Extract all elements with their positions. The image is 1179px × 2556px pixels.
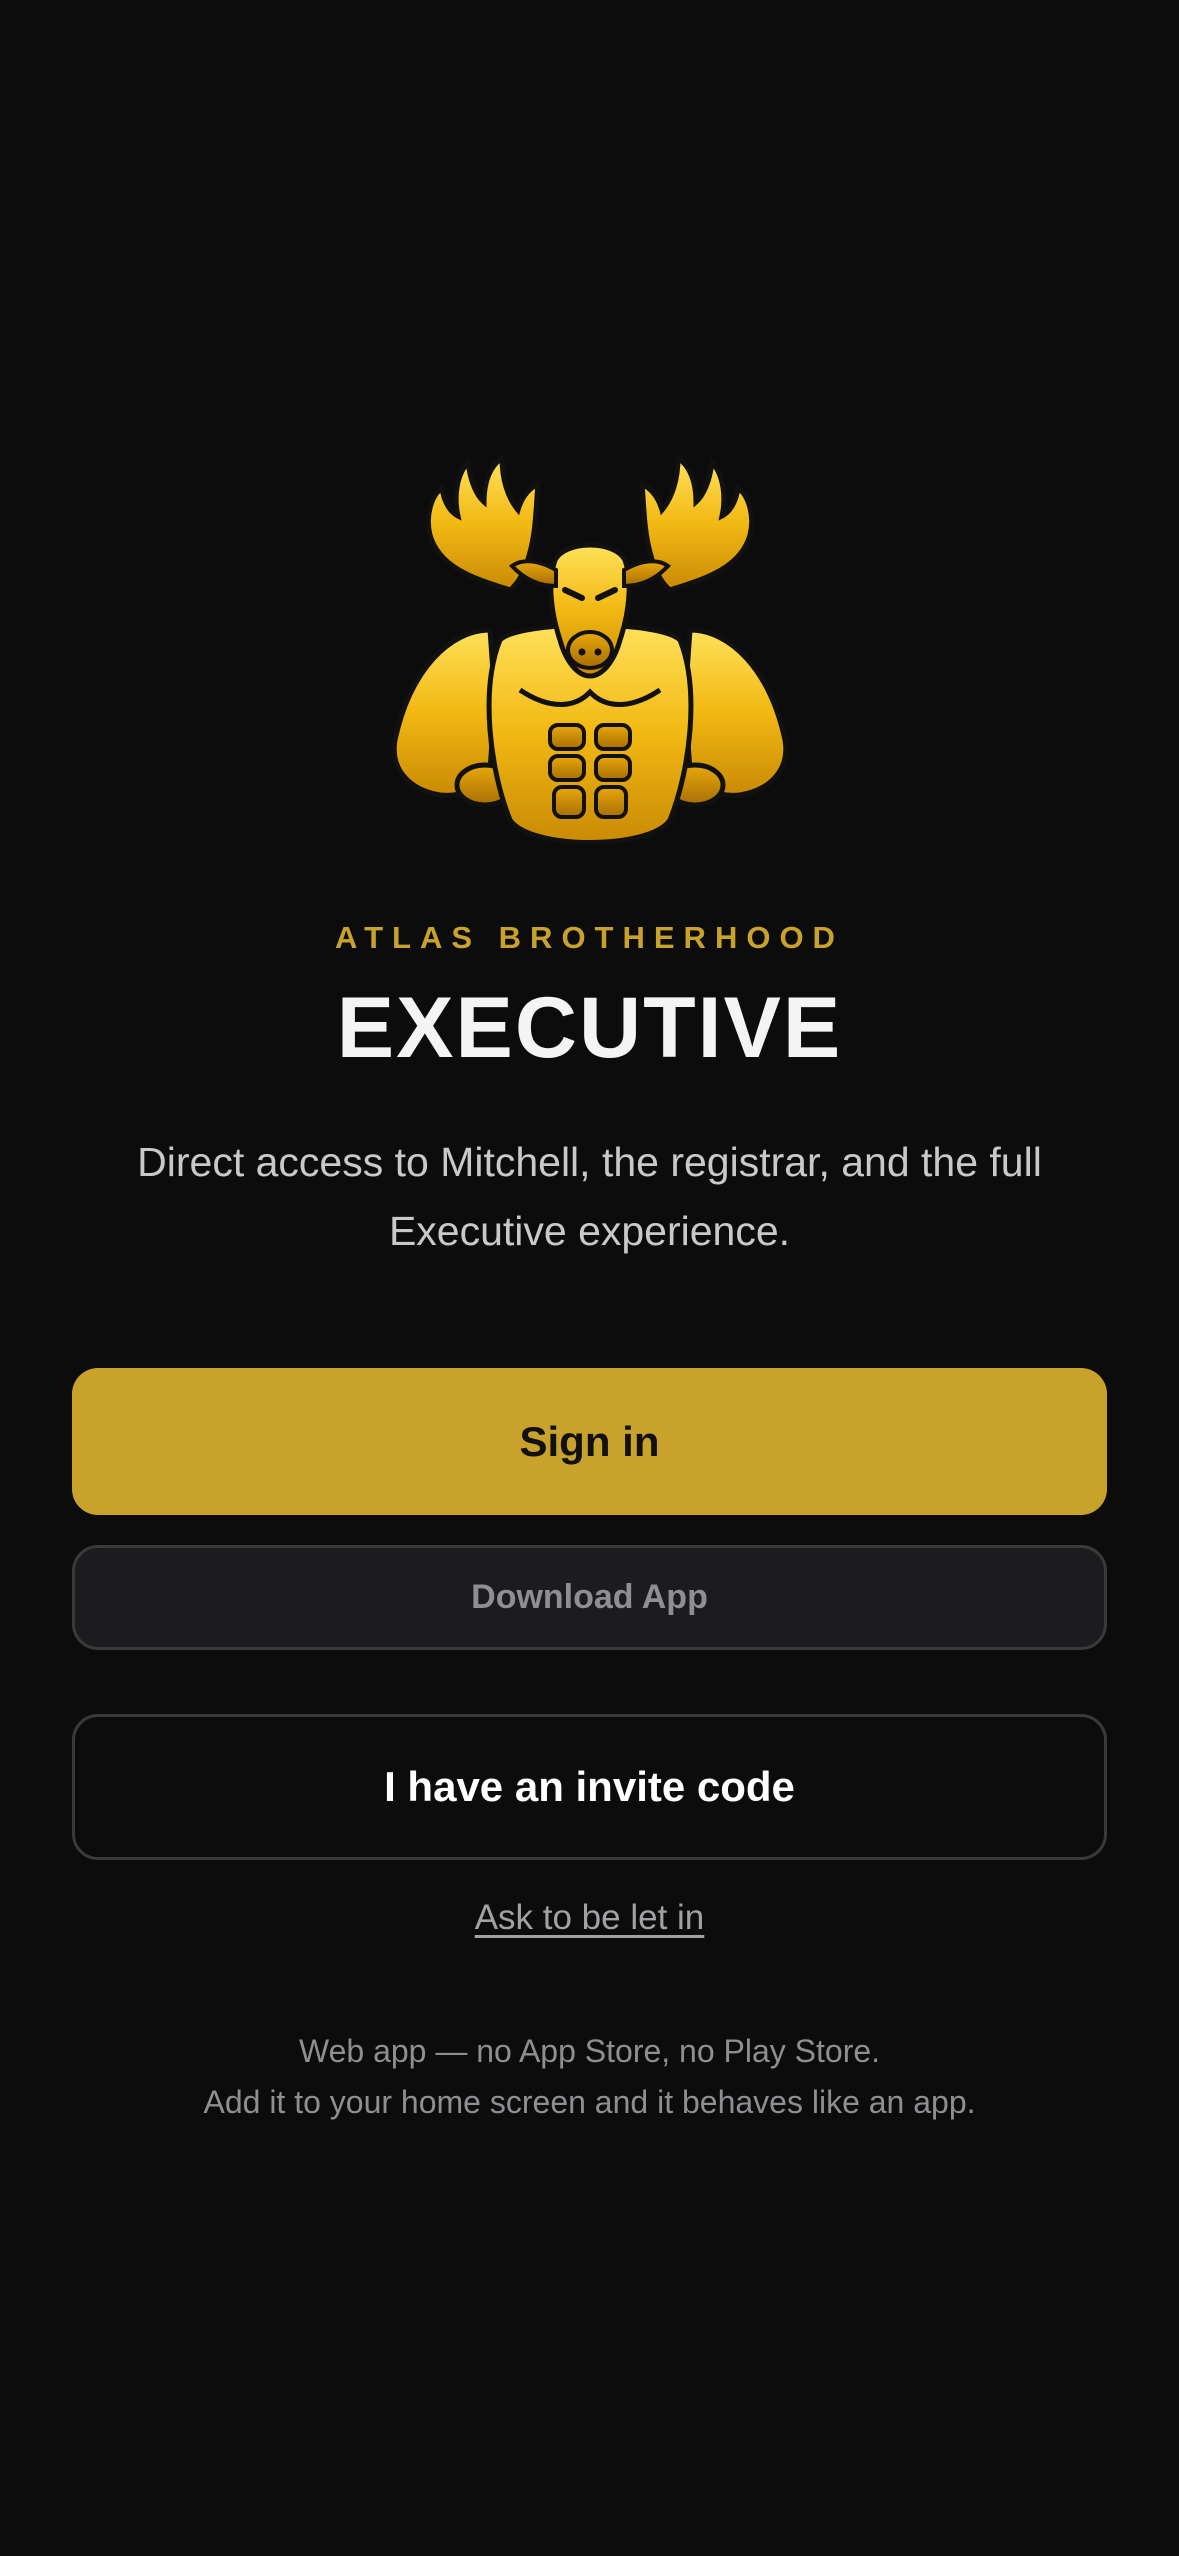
- ask-to-be-let-in-link[interactable]: Ask to be let in: [0, 1898, 1179, 1938]
- page-title: EXECUTIVE: [336, 980, 843, 1076]
- sign-in-label: Sign in: [519, 1417, 660, 1465]
- download-app-label: Download App: [471, 1578, 708, 1616]
- login-screen: ATLAS BROTHERHOOD EXECUTIVE Direct acces…: [0, 0, 1179, 2556]
- footer-note-line-2: Add it to your home screen and it behave…: [203, 2084, 976, 2120]
- muscular-moose-mascot-icon: [391, 453, 789, 845]
- page-tagline: Direct access to Mitchell, the registrar…: [137, 1139, 1042, 1254]
- brand-eyebrow: ATLAS BROTHERHOOD: [335, 920, 844, 955]
- invite-code-label: I have an invite code: [384, 1763, 795, 1810]
- download-app-button[interactable]: Download App: [72, 1545, 1107, 1650]
- footer-note-line-1: Web app — no App Store, no Play Store.: [298, 2033, 881, 2069]
- invite-code-button[interactable]: I have an invite code: [72, 1714, 1107, 1860]
- sign-in-button[interactable]: Sign in: [72, 1368, 1107, 1515]
